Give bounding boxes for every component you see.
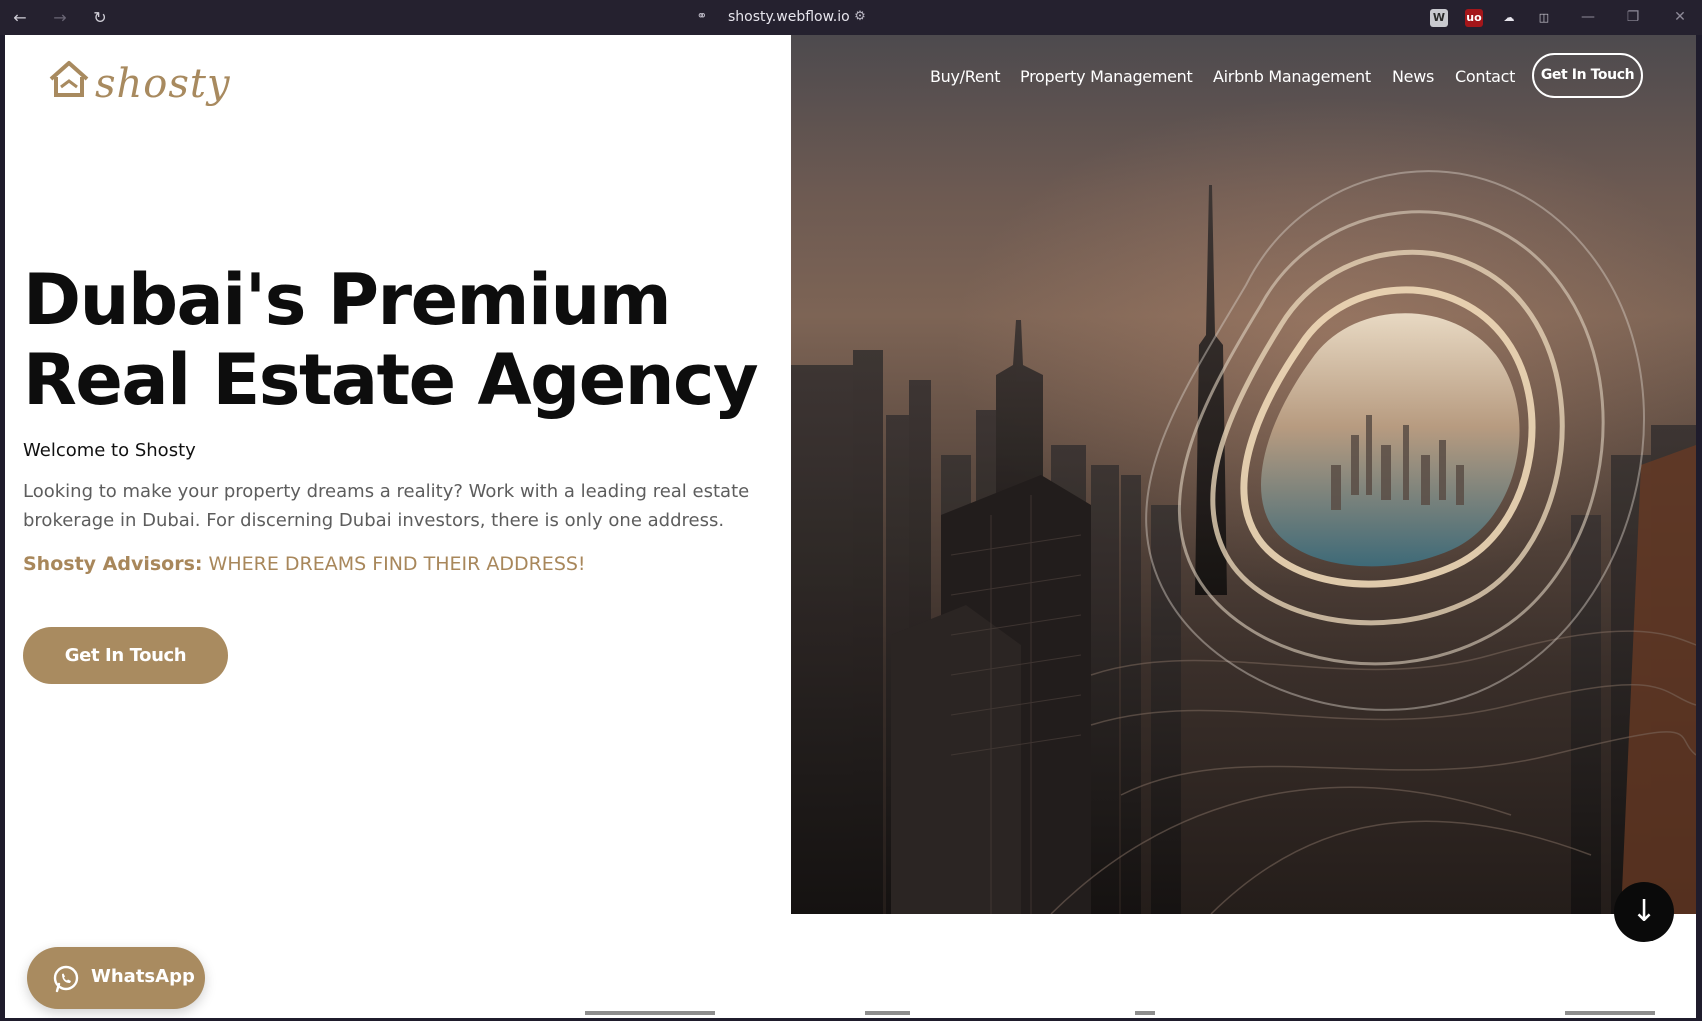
whatsapp-button[interactable]: WhatsApp xyxy=(27,947,205,1009)
hero-description: Looking to make your property dreams a r… xyxy=(23,481,750,531)
webflow-extension-icon[interactable]: W xyxy=(1430,9,1448,27)
partner-logo xyxy=(1135,1011,1155,1015)
hero-heading: Dubai's Premium Real Estate Agency xyxy=(23,260,783,420)
nav-buy-rent[interactable]: Buy/Rent xyxy=(930,67,1001,86)
nav-contact[interactable]: Contact xyxy=(1455,67,1515,86)
minimize-icon[interactable]: — xyxy=(1573,6,1603,28)
hero-tagline: Shosty Advisors: WHERE DREAMS FIND THEIR… xyxy=(23,553,586,575)
partner-logo xyxy=(585,1011,715,1015)
hero-cityscape-image xyxy=(791,35,1696,914)
hero-heading-line1: Dubai's Premium xyxy=(23,259,672,341)
ublock-extension-icon[interactable]: uo xyxy=(1465,9,1483,27)
house-logo-icon xyxy=(49,61,89,97)
reload-icon[interactable]: ↻ xyxy=(90,8,110,28)
partner-logo xyxy=(865,1011,910,1015)
back-arrow-icon[interactable]: ← xyxy=(10,8,30,28)
nav-news[interactable]: News xyxy=(1392,67,1434,86)
nav-get-in-touch-button[interactable]: Get In Touch xyxy=(1532,53,1643,98)
tagline-brand: Shosty Advisors: xyxy=(23,553,203,575)
browser-toolbar: ← → ↻ ⚭ shosty.webflow.io ⚙ Wuo ☁ ◫ — ❐ ✕ xyxy=(0,0,1702,35)
welcome-subheading: Welcome to Shosty xyxy=(23,440,196,461)
page-viewport: shosty Buy/Rent Property Management Airb… xyxy=(5,35,1696,1018)
shosty-logo[interactable]: shosty xyxy=(47,53,230,113)
cityscape-illustration xyxy=(791,170,1696,914)
whatsapp-icon xyxy=(53,965,79,993)
cloud-extension-icon[interactable]: ☁ xyxy=(1500,9,1518,27)
hero-heading-line2: Real Estate Agency xyxy=(23,339,759,421)
hero-get-in-touch-button[interactable]: Get In Touch xyxy=(23,627,228,684)
link-icon[interactable]: ⚭ xyxy=(693,8,711,26)
partner-logos-strip xyxy=(5,1005,1696,1018)
address-bar-url[interactable]: shosty.webflow.io xyxy=(728,9,850,25)
close-icon[interactable]: ✕ xyxy=(1665,6,1695,28)
whatsapp-label: WhatsApp xyxy=(91,966,195,987)
site-settings-icon[interactable]: ⚙ xyxy=(851,8,869,26)
sidebar-toggle-icon[interactable]: ◫ xyxy=(1535,9,1553,27)
nav-airbnb-management[interactable]: Airbnb Management xyxy=(1213,67,1371,86)
maximize-icon[interactable]: ❐ xyxy=(1618,6,1648,28)
scroll-down-arrow-icon[interactable]: ↓ xyxy=(1614,882,1674,942)
nav-property-management[interactable]: Property Management xyxy=(1020,67,1193,86)
partner-logo xyxy=(1565,1011,1655,1015)
logo-wordmark: shosty xyxy=(95,61,231,107)
tagline-slogan: WHERE DREAMS FIND THEIR ADDRESS! xyxy=(202,553,586,575)
forward-arrow-icon[interactable]: → xyxy=(50,8,70,28)
